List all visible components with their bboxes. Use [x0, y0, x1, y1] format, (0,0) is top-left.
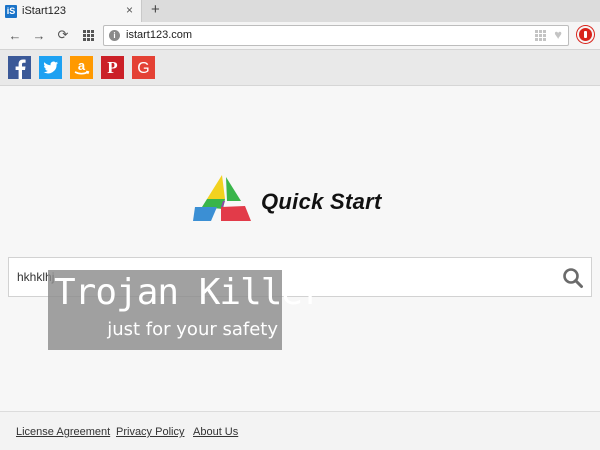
pinterest-icon[interactable]: P — [101, 56, 124, 79]
address-bar[interactable]: i istart123.com ♥ — [103, 25, 569, 46]
tab-title: iStart123 — [22, 5, 67, 17]
amazon-icon[interactable]: a — [70, 56, 93, 79]
power-extension-button[interactable] — [577, 26, 594, 43]
tab-strip: iS iStart123 × + — [0, 0, 600, 22]
page-footer: License Agreement Privacy Policy About U… — [0, 411, 600, 450]
site-favicon-icon: iS — [5, 4, 17, 18]
quick-start-logo-icon — [193, 175, 251, 221]
google-icon[interactable]: G — [132, 56, 155, 79]
privacy-policy-link[interactable]: Privacy Policy — [116, 426, 184, 438]
back-button[interactable]: ← — [6, 26, 24, 44]
address-url[interactable]: istart123.com — [126, 29, 192, 41]
speed-dial-icon[interactable] — [535, 30, 546, 41]
search-icon — [563, 268, 583, 288]
about-us-link[interactable]: About Us — [193, 426, 238, 438]
svg-text:P: P — [107, 58, 117, 77]
facebook-icon[interactable] — [8, 56, 31, 79]
logo-text: Quick Start — [261, 189, 382, 214]
apps-grid-button[interactable] — [79, 26, 97, 44]
forward-button[interactable]: → — [30, 26, 48, 44]
twitter-icon[interactable] — [39, 56, 62, 79]
watermark-subtitle: just for your safety — [107, 319, 278, 340]
search-button[interactable] — [562, 267, 584, 289]
bookmarks-bar: a P G — [0, 50, 600, 86]
license-agreement-link[interactable]: License Agreement — [16, 426, 110, 438]
site-info-icon[interactable]: i — [109, 30, 120, 41]
watermark-title: Trojan Killer — [54, 272, 324, 313]
bookmark-heart-icon[interactable]: ♥ — [554, 27, 562, 42]
trojan-killer-watermark: Trojan Killer just for your safety — [48, 270, 324, 350]
navigation-bar: ← → ⟳ i istart123.com ♥ — [0, 22, 600, 50]
svg-text:G: G — [137, 60, 149, 77]
new-tab-button[interactable]: + — [151, 1, 160, 18]
main-content: Quick Start Trojan Killer just for your … — [0, 86, 600, 411]
close-tab-icon[interactable]: × — [126, 3, 133, 17]
browser-tab[interactable]: iS iStart123 × — [0, 0, 142, 22]
apps-grid-icon — [82, 29, 94, 41]
svg-text:a: a — [78, 58, 86, 73]
quick-start-logo: Quick Start — [193, 171, 413, 229]
reload-button[interactable]: ⟳ — [54, 26, 72, 44]
